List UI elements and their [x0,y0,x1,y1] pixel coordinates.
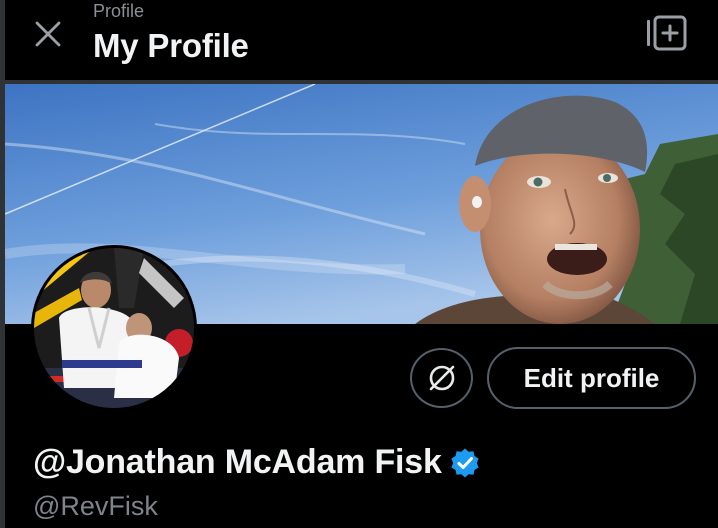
edit-profile-button[interactable]: Edit profile [487,347,696,409]
add-button[interactable] [644,14,690,52]
no-tips-icon [429,365,454,391]
profile-screen: Profile My Profile Edit profile @Jonatha… [0,0,718,528]
tips-button[interactable] [410,348,473,408]
verified-badge-icon[interactable] [449,447,481,479]
avatar-photo [34,248,194,408]
breadcrumb: Profile [93,1,145,21]
add-square-icon [647,15,687,51]
close-icon [35,21,61,47]
username-handle: @RevFisk [33,491,158,521]
display-name: @Jonathan McAdam Fisk [33,443,442,481]
window-edge [0,0,5,528]
top-bar: Profile My Profile [0,0,718,80]
close-button[interactable] [30,16,66,52]
avatar[interactable] [31,245,197,411]
display-name-row: @Jonathan McAdam Fisk [33,443,481,482]
page-title: My Profile [93,27,249,64]
